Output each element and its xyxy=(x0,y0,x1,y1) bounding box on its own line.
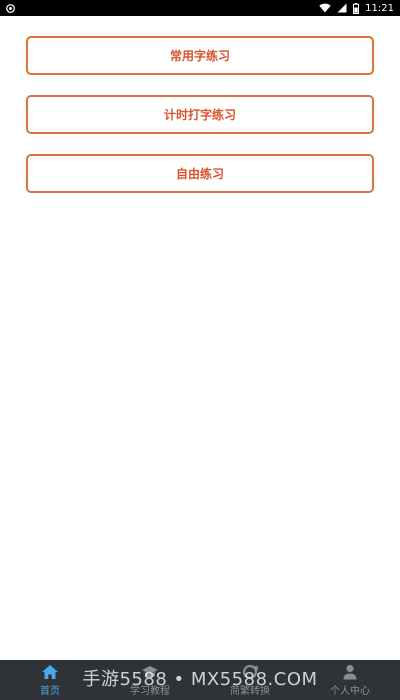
bottom-nav: 首页 学习教程 简繁转换 个人中心 xyxy=(0,660,400,700)
convert-icon xyxy=(242,664,258,680)
nav-item-convert[interactable]: 简繁转换 xyxy=(200,660,300,700)
common-characters-practice-button[interactable]: 常用字练习 xyxy=(26,36,374,75)
nav-label-convert: 简繁转换 xyxy=(230,686,270,697)
nav-item-home[interactable]: 首页 xyxy=(0,660,100,700)
status-left xyxy=(6,3,15,13)
timed-typing-practice-label: 计时打字练习 xyxy=(163,108,236,122)
wifi-icon xyxy=(319,3,331,13)
nav-label-tutorial: 学习教程 xyxy=(130,686,170,697)
app-screen: 11:21 常用字练习 计时打字练习 自由练习 首页 学习教程 简繁转换 个人中… xyxy=(0,0,400,700)
nav-label-profile: 个人中心 xyxy=(330,686,370,697)
user-icon xyxy=(343,664,357,680)
free-practice-button[interactable]: 自由练习 xyxy=(26,154,374,193)
home-icon xyxy=(42,665,58,679)
timed-typing-practice-button[interactable]: 计时打字练习 xyxy=(26,95,374,134)
practice-button-list: 常用字练习 计时打字练习 自由练习 xyxy=(26,36,374,213)
graduation-cap-icon xyxy=(142,666,158,678)
status-bar: 11:21 xyxy=(0,0,400,16)
common-characters-practice-label: 常用字练习 xyxy=(169,49,230,63)
status-right: 11:21 xyxy=(319,2,394,14)
free-practice-label: 自由练习 xyxy=(175,167,224,181)
battery-icon xyxy=(353,2,360,14)
nav-item-tutorial[interactable]: 学习教程 xyxy=(100,660,200,700)
signal-icon xyxy=(337,3,347,13)
status-time: 11:21 xyxy=(365,2,394,14)
nav-item-profile[interactable]: 个人中心 xyxy=(300,660,400,700)
app-notification-icon xyxy=(6,3,15,13)
nav-label-home: 首页 xyxy=(40,686,60,697)
